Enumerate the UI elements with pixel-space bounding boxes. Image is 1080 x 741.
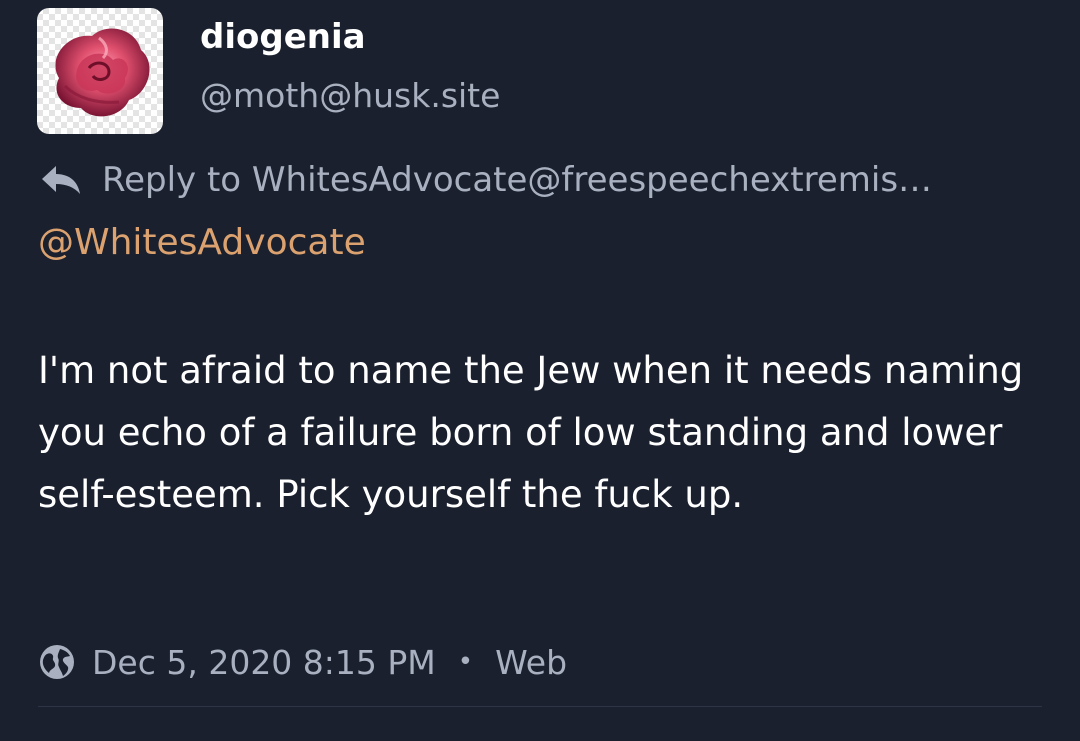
reply-arrow-icon bbox=[40, 163, 82, 197]
mention-link[interactable]: @WhitesAdvocate bbox=[38, 218, 366, 268]
reply-to-link[interactable]: Reply to WhitesAdvocate@freespeechextrem… bbox=[102, 160, 932, 200]
meta-separator: • bbox=[457, 647, 474, 677]
post-meta: Dec 5, 2020 8:15 PM • Web bbox=[38, 637, 567, 687]
author-handle: @moth@husk.site bbox=[200, 76, 501, 115]
post-timestamp[interactable]: Dec 5, 2020 8:15 PM bbox=[92, 643, 436, 682]
author-display-name[interactable]: diogenia bbox=[200, 14, 366, 60]
rose-avatar-icon bbox=[55, 28, 150, 117]
globe-icon bbox=[38, 643, 76, 681]
author-avatar[interactable] bbox=[37, 8, 163, 134]
divider bbox=[38, 706, 1042, 707]
post-client: Web bbox=[495, 642, 568, 682]
reply-indicator: Reply to WhitesAdvocate@freespeechextrem… bbox=[40, 156, 1040, 204]
post-body-text: I'm not afraid to name the Jew when it n… bbox=[38, 349, 1024, 516]
